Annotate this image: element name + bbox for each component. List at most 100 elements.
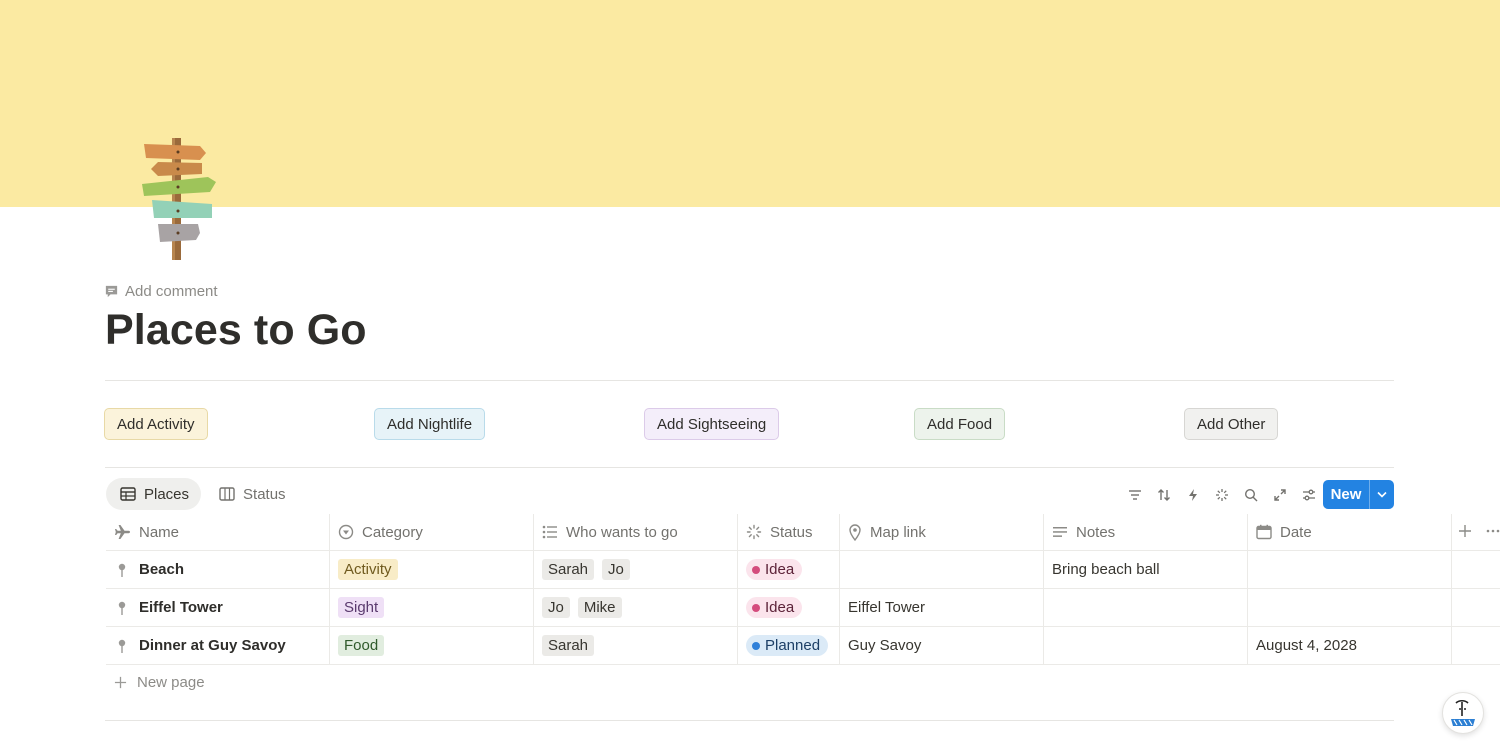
page-title[interactable]: Places to Go bbox=[105, 306, 367, 355]
status-label: Idea bbox=[765, 599, 795, 616]
row-status-cell[interactable]: Planned bbox=[738, 627, 840, 664]
column-label: Status bbox=[770, 523, 813, 541]
tab-label: Places bbox=[144, 485, 190, 503]
table-header-row: Name Category Who wants to go Status Map… bbox=[106, 514, 1500, 551]
add-nightlife-button[interactable]: Add Nightlife bbox=[374, 408, 486, 440]
row-map-cell[interactable]: Guy Savoy bbox=[840, 627, 1044, 664]
column-label: Map link bbox=[870, 523, 926, 541]
row-spacer-cell bbox=[1452, 551, 1500, 588]
status-dot bbox=[752, 603, 760, 612]
add-other-button[interactable]: Add Other bbox=[1184, 408, 1279, 440]
plus-icon bbox=[1459, 525, 1471, 537]
column-header-status[interactable]: Status bbox=[738, 514, 840, 550]
help-button[interactable] bbox=[1442, 692, 1484, 734]
chevron-down-icon bbox=[1377, 491, 1387, 498]
table-icon bbox=[120, 487, 136, 501]
pushpin-icon bbox=[118, 563, 126, 577]
row-map-cell[interactable]: Eiffel Tower bbox=[840, 589, 1044, 626]
add-sightseeing-button[interactable]: Add Sightseeing bbox=[644, 408, 780, 440]
row-name: Dinner at Guy Savoy bbox=[139, 637, 286, 654]
row-date-cell[interactable] bbox=[1248, 551, 1452, 588]
row-notes-cell[interactable] bbox=[1044, 589, 1248, 626]
row-name-cell[interactable]: Beach bbox=[106, 551, 330, 588]
person-tag: Sarah bbox=[542, 559, 595, 580]
row-category-cell[interactable]: Activity bbox=[330, 551, 534, 588]
plus-icon bbox=[114, 676, 127, 689]
column-label: Notes bbox=[1076, 523, 1116, 541]
column-header-map[interactable]: Map link bbox=[840, 514, 1044, 550]
table-row[interactable]: Beach Activity Sarah Jo Idea Bring beach… bbox=[106, 551, 1500, 589]
add-food-button[interactable]: Add Food bbox=[914, 408, 1006, 440]
column-label: Name bbox=[139, 523, 180, 541]
row-name-cell[interactable]: Eiffel Tower bbox=[106, 589, 330, 626]
column-header-name[interactable]: Name bbox=[106, 514, 330, 550]
row-map-cell[interactable] bbox=[840, 551, 1044, 588]
new-button-group: New bbox=[1323, 480, 1394, 509]
person-tag: Jo bbox=[602, 559, 630, 580]
new-page-button[interactable]: New page bbox=[114, 674, 205, 691]
row-spacer-cell bbox=[1452, 627, 1500, 664]
settings-icon[interactable] bbox=[1294, 484, 1323, 506]
tab-status[interactable]: Status bbox=[205, 478, 298, 510]
multi-select-icon bbox=[542, 525, 557, 539]
column-header-date[interactable]: Date bbox=[1248, 514, 1452, 550]
tab-places[interactable]: Places bbox=[106, 478, 202, 510]
add-property-button[interactable] bbox=[1458, 524, 1472, 543]
more-icon bbox=[1486, 529, 1500, 533]
person-tag: Jo bbox=[542, 597, 570, 618]
page-cover[interactable] bbox=[0, 0, 1500, 207]
table-row[interactable]: Dinner at Guy Savoy Food Sarah Planned G… bbox=[106, 627, 1500, 665]
column-label: Category bbox=[362, 523, 423, 541]
expand-icon[interactable] bbox=[1265, 484, 1294, 506]
add-comment-label: Add comment bbox=[125, 282, 218, 300]
person-tag: Mike bbox=[577, 597, 622, 618]
divider bbox=[105, 467, 1394, 468]
automation-icon[interactable] bbox=[1178, 484, 1207, 506]
signpost-icon[interactable] bbox=[138, 134, 222, 262]
pushpin-icon bbox=[118, 601, 126, 615]
column-header-who[interactable]: Who wants to go bbox=[534, 514, 738, 550]
row-status-cell[interactable]: Idea bbox=[738, 551, 840, 588]
column-header-notes[interactable]: Notes bbox=[1044, 514, 1248, 550]
view-tabs: Places Status bbox=[106, 478, 298, 510]
pushpin-icon bbox=[118, 639, 126, 653]
row-who-cell[interactable]: Sarah Jo bbox=[534, 551, 738, 588]
table-row[interactable]: Eiffel Tower Sight Jo Mike Idea Eiffel T… bbox=[106, 589, 1500, 627]
status-pill: Planned bbox=[746, 635, 829, 656]
row-date-cell[interactable] bbox=[1248, 589, 1452, 626]
row-notes-cell[interactable]: Bring beach ball bbox=[1044, 551, 1248, 588]
select-icon bbox=[338, 524, 354, 540]
search-icon[interactable] bbox=[1236, 484, 1265, 506]
sort-icon[interactable] bbox=[1149, 484, 1178, 506]
row-name: Eiffel Tower bbox=[139, 599, 223, 616]
more-options-button[interactable] bbox=[1486, 524, 1500, 543]
column-label: Date bbox=[1280, 523, 1312, 541]
row-date-cell[interactable]: August 4, 2028 bbox=[1248, 627, 1452, 664]
row-notes-cell[interactable] bbox=[1044, 627, 1248, 664]
help-avatar-icon bbox=[1451, 699, 1475, 726]
divider bbox=[105, 720, 1394, 721]
row-status-cell[interactable]: Idea bbox=[738, 589, 840, 626]
row-spacer-cell bbox=[1452, 589, 1500, 626]
add-activity-button[interactable]: Add Activity bbox=[104, 408, 208, 440]
row-who-cell[interactable]: Sarah bbox=[534, 627, 738, 664]
status-dot bbox=[752, 565, 760, 574]
new-options-button[interactable] bbox=[1369, 480, 1394, 509]
category-tag: Activity bbox=[338, 559, 398, 580]
comment-icon bbox=[105, 285, 118, 297]
column-label: Who wants to go bbox=[566, 523, 678, 541]
row-category-cell[interactable]: Sight bbox=[330, 589, 534, 626]
ai-autofill-icon[interactable] bbox=[1207, 484, 1236, 506]
new-button[interactable]: New bbox=[1323, 480, 1369, 509]
filter-icon[interactable] bbox=[1120, 484, 1149, 506]
status-pill: Idea bbox=[746, 559, 803, 580]
add-comment-button[interactable]: Add comment bbox=[104, 281, 218, 301]
column-header-category[interactable]: Category bbox=[330, 514, 534, 550]
row-category-cell[interactable]: Food bbox=[330, 627, 534, 664]
row-who-cell[interactable]: Jo Mike bbox=[534, 589, 738, 626]
row-name-cell[interactable]: Dinner at Guy Savoy bbox=[106, 627, 330, 664]
calendar-icon bbox=[1256, 524, 1272, 540]
database-table: Name Category Who wants to go Status Map… bbox=[106, 514, 1500, 665]
airplane-icon bbox=[115, 525, 130, 539]
location-pin-icon bbox=[849, 523, 861, 541]
